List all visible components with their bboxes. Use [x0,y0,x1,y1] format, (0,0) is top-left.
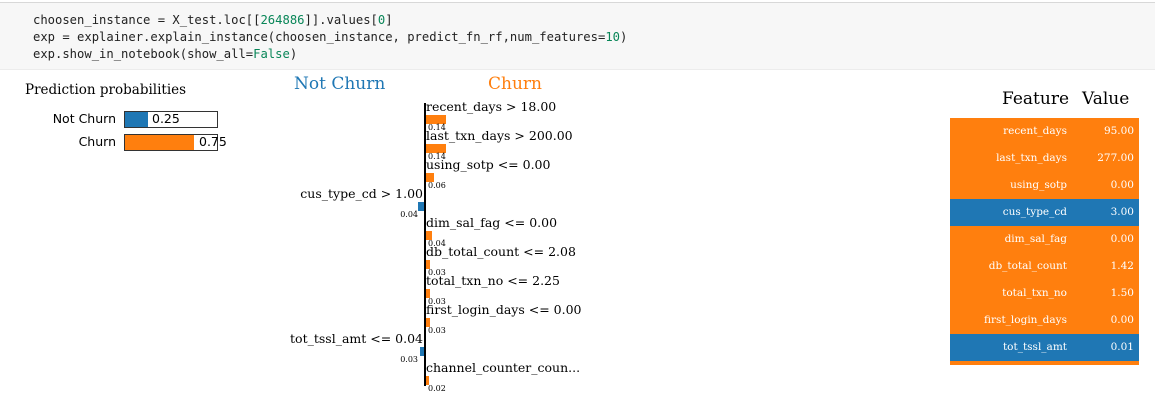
table-cell-value: 0.00 [1110,233,1134,245]
feature-label: channel_counter_coun... [426,360,581,375]
feature-label: db_total_count <= 2.08 [426,244,576,259]
feature-value-table: recent_days 95.00 last_txn_days 277.00 using… [950,118,1139,365]
table-cell-value: 95.00 [1103,125,1134,137]
table-cell-feature: recent_days [1003,125,1067,137]
table-cell-feature: last_txn_days [996,152,1067,164]
prob-value-churn: 0.75 [199,134,227,149]
code-line-2: exp = explainer.explain_instance(choosen… [33,30,628,44]
feature-bar [419,347,424,356]
code-line-1: choosen_instance = X_test.loc[[264886]].… [33,13,393,27]
table-cell-value: 1.42 [1110,260,1134,272]
table-cell-feature: total_txn_no [1002,287,1067,299]
feature-label: tot_tssl_amt <= 0.04 [290,331,423,346]
feature-label: using_sotp <= 0.00 [426,157,551,172]
table-row: recent_days 95.00 [950,118,1139,145]
table-row: tot_tssl_amt 0.01 [950,334,1139,361]
table-cell-value: 0.00 [1110,314,1134,326]
feature-bar [418,202,424,211]
table-row: total_txn_no 1.50 [950,280,1139,307]
feature-label: total_txn_no <= 2.25 [426,273,560,288]
table-row: first_login_days 0.00 [950,307,1139,334]
code-line-3: exp.show_in_notebook(show_all=False) [33,47,298,61]
feature-weight: 0.03 [400,355,418,364]
table-row: cus_type_cd 3.00 [950,199,1139,226]
feature-weight: 0.02 [428,384,446,393]
class-heading-churn: Churn [488,74,542,94]
table-cell-feature: cus_type_cd [1002,206,1067,218]
feature-label: dim_sal_fag <= 0.00 [426,215,558,230]
feature-weight: 0.06 [428,181,446,190]
table-cell-value: 0.01 [1110,341,1134,353]
table-cell-feature: first_login_days [984,314,1067,326]
feature-weight: 0.03 [428,326,446,335]
code-cell[interactable]: choosen_instance = X_test.loc[[264886]].… [0,2,1155,70]
class-heading-not-churn: Not Churn [294,74,386,94]
table-row: db_total_count 1.42 [950,253,1139,280]
feature-label: recent_days > 18.00 [426,99,557,114]
prob-value-not-churn: 0.25 [152,111,180,126]
prob-fill-churn [125,135,194,150]
prob-label-churn: Churn [78,134,116,149]
table-cell-feature: using_sotp [1010,179,1067,191]
table-cell-value: 277.00 [1097,152,1134,164]
table-cell-value: 1.50 [1110,287,1134,299]
feature-label: first_login_days <= 0.00 [426,302,582,317]
prob-label-not-churn: Not Churn [52,111,116,126]
feature-label: cus_type_cd > 1.00 [300,186,423,201]
table-row: using_sotp 0.00 [950,172,1139,199]
table-cell-value: 3.00 [1110,206,1134,218]
table-row: dim_sal_fag 0.00 [950,226,1139,253]
table-cell-feature: tot_tssl_amt [1002,341,1067,353]
table-bottom-strip [950,361,1139,365]
table-cell-value: 0.00 [1110,179,1134,191]
table-row: last_txn_days 277.00 [950,145,1139,172]
prob-fill-not-churn [125,112,148,127]
probabilities-title: Prediction probabilities [25,82,187,98]
feature-weight: 0.04 [400,210,418,219]
table-cell-feature: dim_sal_fag [1004,233,1067,245]
feature-label: last_txn_days > 200.00 [426,128,573,143]
table-cell-feature: db_total_count [988,260,1067,272]
table-header-feature: Feature [1002,89,1070,109]
table-header-value: Value [1082,89,1130,109]
